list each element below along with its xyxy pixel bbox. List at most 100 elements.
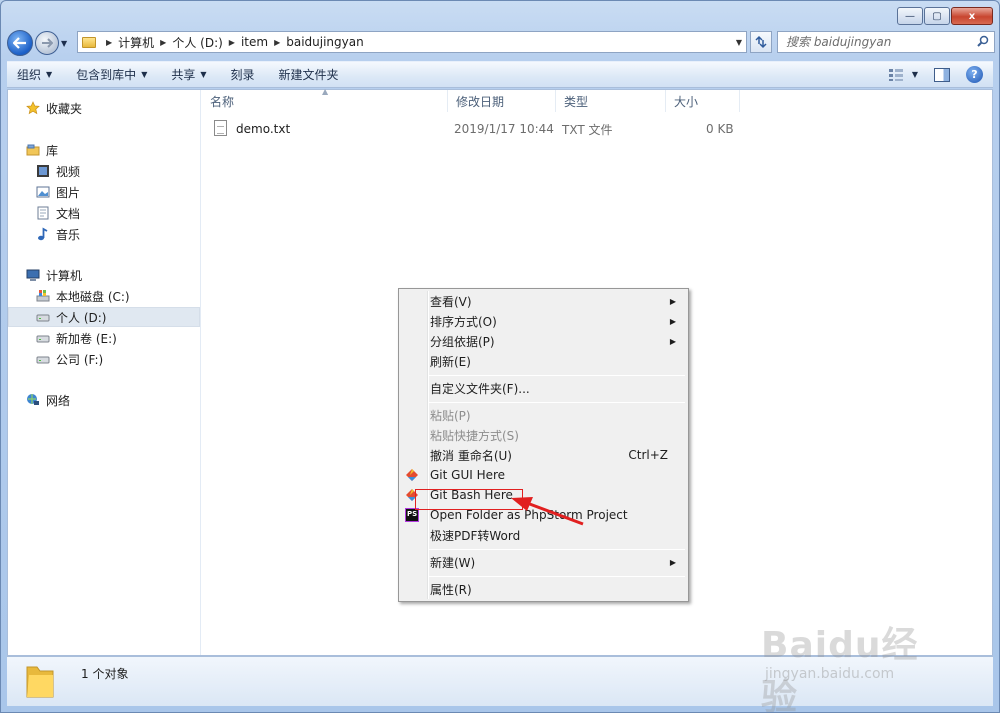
sidebar-item-label: 计算机: [46, 268, 83, 283]
column-header-name[interactable]: 名称 ▲: [202, 87, 448, 112]
maximize-button[interactable]: ▢: [924, 7, 950, 25]
computer-icon: [26, 269, 40, 281]
star-icon: [26, 101, 40, 115]
breadcrumb-item[interactable]: item: [241, 35, 268, 49]
submenu-arrow-icon: ▶: [669, 296, 676, 306]
folder-icon: [26, 666, 54, 698]
refresh-icon: [755, 35, 767, 49]
menu-item-sort[interactable]: 排序方式(O) ▶: [401, 311, 686, 331]
sidebar-item-network[interactable]: 网络: [8, 390, 200, 410]
explorer-window: — ▢ x ▼ ▶ 计算机 ▶ 个人 (D:) ▶ item ▶ baiduji…: [0, 0, 1000, 713]
menu-separator: [429, 402, 685, 403]
sidebar-item-library[interactable]: 库: [8, 140, 200, 160]
organize-label: 组织: [17, 68, 42, 82]
git-gui-icon: [406, 469, 418, 481]
sidebar-item-drive-d[interactable]: 个人 (D:): [8, 307, 200, 327]
burn-button[interactable]: 刻录: [231, 66, 255, 83]
sidebar-item-drive-f[interactable]: 公司 (F:): [8, 349, 200, 369]
menu-item-paste: 粘贴(P): [401, 405, 686, 425]
context-menu: 查看(V) ▶ 排序方式(O) ▶ 分组依据(P) ▶ 刷新(E) 自定义文件夹(F)…: [398, 288, 689, 602]
menu-item-paste-shortcut: 粘贴快捷方式(S): [401, 425, 686, 445]
drive-icon: [36, 314, 50, 322]
menu-item-group[interactable]: 分组依据(P) ▶: [401, 331, 686, 351]
include-library-label: 包含到库中: [76, 68, 137, 82]
chevron-down-icon: ▼: [200, 70, 207, 79]
menu-item-label: 新建(W): [430, 555, 476, 570]
menu-item-label: 粘贴(P): [430, 408, 471, 423]
organize-button[interactable]: 组织 ▼: [17, 66, 52, 83]
address-dropdown-icon[interactable]: ▼: [736, 38, 742, 47]
preview-pane-icon[interactable]: [934, 67, 950, 82]
sidebar-item-music[interactable]: 音乐: [8, 224, 200, 244]
sidebar-item-documents[interactable]: 文档: [8, 203, 200, 223]
menu-item-properties[interactable]: 属性(R): [401, 579, 686, 599]
video-icon: [37, 165, 49, 177]
search-input[interactable]: [786, 35, 966, 49]
menu-item-customize-folder[interactable]: 自定义文件夹(F)...: [401, 378, 686, 398]
menu-separator: [429, 549, 685, 550]
navigation-bar: ▼ ▶ 计算机 ▶ 个人 (D:) ▶ item ▶ baidujingyan …: [7, 29, 995, 57]
menu-item-view[interactable]: 查看(V) ▶: [401, 291, 686, 311]
chevron-right-icon[interactable]: ▶: [160, 38, 166, 47]
include-library-button[interactable]: 包含到库中 ▼: [76, 66, 147, 83]
sidebar-item-drive-c[interactable]: 本地磁盘 (C:): [8, 286, 200, 306]
forward-button[interactable]: [35, 31, 59, 55]
menu-item-label: 属性(R): [430, 582, 472, 597]
close-button[interactable]: x: [951, 7, 993, 25]
search-box: [777, 31, 995, 53]
menu-item-undo-rename[interactable]: 撤消 重命名(U) Ctrl+Z: [401, 445, 686, 465]
folder-icon: [82, 36, 96, 48]
command-toolbar: 组织 ▼ 包含到库中 ▼ 共享 ▼ 刻录 新建文件夹 ▼ ?: [7, 61, 993, 88]
submenu-arrow-icon: ▶: [669, 336, 676, 346]
menu-item-git-gui[interactable]: Git GUI Here: [401, 465, 686, 485]
breadcrumb-baidujingyan[interactable]: baidujingyan: [286, 35, 363, 49]
sort-ascending-icon: ▲: [322, 87, 329, 96]
drive-icon: [36, 335, 50, 343]
refresh-button[interactable]: [750, 31, 772, 53]
help-icon[interactable]: ?: [966, 66, 983, 83]
chevron-down-icon: ▼: [141, 70, 148, 79]
system-drive-icon: [36, 290, 50, 302]
pictures-icon: [36, 186, 50, 198]
sidebar-item-label: 音乐: [56, 227, 81, 242]
menu-item-label: 排序方式(O): [430, 314, 497, 329]
address-bar[interactable]: ▶ 计算机 ▶ 个人 (D:) ▶ item ▶ baidujingyan ▼: [77, 31, 747, 53]
menu-item-shortcut: Ctrl+Z: [628, 448, 668, 462]
recent-pages-dropdown-icon[interactable]: ▼: [61, 39, 67, 48]
annotation-arrow-icon: [511, 497, 584, 526]
chevron-right-icon[interactable]: ▶: [106, 38, 112, 47]
view-options-dropdown-icon[interactable]: ▼: [912, 70, 918, 79]
sidebar-item-favorites[interactable]: 收藏夹: [8, 98, 200, 118]
file-name: demo.txt: [236, 122, 291, 136]
minimize-button[interactable]: —: [897, 7, 923, 25]
new-folder-button[interactable]: 新建文件夹: [279, 66, 339, 83]
search-icon[interactable]: [977, 35, 989, 47]
share-label: 共享: [171, 68, 196, 82]
share-button[interactable]: 共享 ▼: [171, 66, 206, 83]
view-options-icon[interactable]: [888, 68, 904, 82]
column-header-modified[interactable]: 修改日期: [448, 90, 556, 112]
watermark-logo-text: Baidu经验: [761, 625, 919, 713]
menu-item-label: 分组依据(P): [430, 334, 495, 349]
breadcrumb-computer[interactable]: 计算机: [118, 34, 154, 51]
back-button[interactable]: [7, 30, 33, 56]
sidebar-item-pictures[interactable]: 图片: [8, 182, 200, 202]
documents-icon: [37, 206, 49, 220]
sidebar-item-computer[interactable]: 计算机: [8, 265, 200, 285]
chevron-right-icon[interactable]: ▶: [274, 38, 280, 47]
burn-label: 刻录: [230, 68, 255, 82]
table-row[interactable]: demo.txt 2019/1/17 10:44 TXT 文件 0 KB: [214, 118, 734, 140]
drive-icon: [36, 356, 50, 364]
menu-item-new[interactable]: 新建(W) ▶: [401, 552, 686, 572]
column-header-label: 类型: [564, 94, 589, 109]
column-header-type[interactable]: 类型: [556, 90, 666, 112]
sidebar-item-label: 个人 (D:): [56, 310, 107, 325]
sidebar-item-video[interactable]: 视频: [8, 161, 200, 181]
column-header-size[interactable]: 大小: [666, 90, 740, 112]
menu-item-refresh[interactable]: 刷新(E): [401, 351, 686, 371]
sidebar-item-label: 收藏夹: [46, 101, 83, 116]
breadcrumb-drive-d[interactable]: 个人 (D:): [172, 34, 222, 51]
sidebar-item-label: 库: [46, 143, 59, 158]
sidebar-item-drive-e[interactable]: 新加卷 (E:): [8, 328, 200, 348]
chevron-right-icon[interactable]: ▶: [229, 38, 235, 47]
